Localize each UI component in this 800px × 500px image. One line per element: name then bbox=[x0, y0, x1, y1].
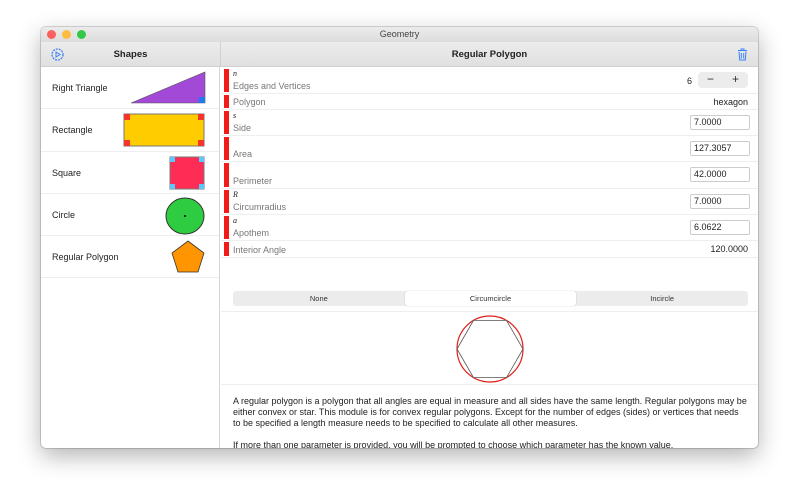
pentagon-icon bbox=[171, 240, 205, 273]
drawing-area bbox=[221, 311, 758, 385]
zoom-button[interactable] bbox=[77, 30, 86, 39]
sidebar-item-regular-polygon[interactable]: Regular Polygon bbox=[41, 236, 219, 279]
label: Interior Angle bbox=[233, 245, 287, 255]
symbol: R bbox=[233, 190, 238, 199]
hexagon-drawing bbox=[456, 315, 524, 383]
apothem-input[interactable]: 6.0622 bbox=[690, 220, 750, 235]
circle-mode-control: None Circumcircle Incircle bbox=[233, 291, 748, 306]
row-edges: n Edges and Vertices 6 − + bbox=[221, 68, 758, 94]
required-marker bbox=[224, 163, 229, 187]
play-gear-icon[interactable] bbox=[51, 48, 64, 61]
required-marker bbox=[224, 111, 229, 134]
required-marker bbox=[224, 242, 229, 256]
window-title: Geometry bbox=[379, 29, 420, 39]
sidebar-header: Shapes bbox=[41, 42, 221, 67]
page-title: Regular Polygon bbox=[451, 49, 528, 60]
main-header: Regular Polygon bbox=[221, 42, 758, 67]
description: A regular polygon is a polygon that all … bbox=[233, 396, 748, 448]
label: Polygon bbox=[233, 97, 266, 107]
required-marker bbox=[224, 69, 229, 92]
required-marker bbox=[224, 137, 229, 160]
shape-list: Right Triangle Rectangle Square Circle R… bbox=[41, 67, 220, 448]
close-button[interactable] bbox=[47, 30, 56, 39]
row-polygon: Polygon hexagon bbox=[221, 94, 758, 110]
sidebar-title: Shapes bbox=[113, 49, 148, 60]
interior-angle-value: 120.0000 bbox=[710, 244, 748, 254]
area-input[interactable]: 127.3057 bbox=[690, 141, 750, 156]
row-apothem: a Apothem 6.0622 bbox=[221, 215, 758, 241]
square-icon bbox=[169, 156, 205, 190]
edges-stepper[interactable]: − + bbox=[698, 72, 748, 88]
rectangle-icon bbox=[123, 113, 205, 147]
label: Area bbox=[233, 149, 253, 159]
sidebar-item-square[interactable]: Square bbox=[41, 152, 219, 194]
row-interior-angle: Interior Angle 120.0000 bbox=[221, 241, 758, 258]
right-triangle-icon bbox=[130, 71, 206, 104]
title-bar: Geometry bbox=[41, 27, 758, 42]
row-perimeter: Perimeter 42.0000 bbox=[221, 162, 758, 189]
item-label: Square bbox=[52, 167, 82, 178]
label: Apothem bbox=[233, 228, 270, 238]
row-side: s Side 7.0000 bbox=[221, 110, 758, 136]
required-marker bbox=[224, 216, 229, 239]
item-label: Regular Polygon bbox=[52, 252, 119, 263]
app-window: Geometry Shapes Regular Polygon Right Tr… bbox=[41, 27, 758, 448]
side-input[interactable]: 7.0000 bbox=[690, 115, 750, 130]
sidebar-item-rectangle[interactable]: Rectangle bbox=[41, 109, 219, 152]
symbol: s bbox=[233, 111, 237, 120]
description-text: A regular polygon is a polygon that all … bbox=[233, 396, 747, 428]
label: Perimeter bbox=[233, 176, 273, 186]
item-label: Right Triangle bbox=[52, 83, 108, 93]
perimeter-input[interactable]: 42.0000 bbox=[690, 167, 750, 182]
decrement-button[interactable]: − bbox=[698, 72, 723, 88]
polygon-name: hexagon bbox=[713, 97, 748, 107]
item-label: Rectangle bbox=[52, 125, 93, 136]
segment-none[interactable]: None bbox=[233, 291, 405, 306]
detail-pane: n Edges and Vertices 6 − + Polygon hexagon … bbox=[221, 67, 758, 448]
label: Side bbox=[233, 123, 252, 133]
sidebar-item-right-triangle[interactable]: Right Triangle bbox=[41, 67, 219, 110]
symbol: n bbox=[233, 69, 237, 78]
row-area: Area 127.3057 bbox=[221, 136, 758, 162]
sidebar-item-circle[interactable]: Circle bbox=[41, 194, 219, 237]
item-label: Circle bbox=[52, 209, 76, 220]
required-marker bbox=[224, 190, 229, 213]
required-marker bbox=[224, 95, 229, 108]
description-note: If more than one parameter is provided, … bbox=[233, 440, 674, 448]
circumradius-input[interactable]: 7.0000 bbox=[690, 194, 750, 209]
trash-icon[interactable] bbox=[737, 48, 748, 61]
circle-icon bbox=[165, 197, 205, 235]
segment-circumcircle[interactable]: Circumcircle bbox=[404, 291, 577, 306]
segment-incircle[interactable]: Incircle bbox=[576, 291, 748, 306]
increment-button[interactable]: + bbox=[723, 72, 748, 88]
symbol: a bbox=[233, 216, 237, 225]
minimize-button[interactable] bbox=[62, 30, 71, 39]
label: Circumradius bbox=[233, 202, 287, 212]
edges-value: 6 bbox=[686, 76, 692, 86]
row-circumradius: R Circumradius 7.0000 bbox=[221, 189, 758, 215]
label: Edges and Vertices bbox=[233, 81, 311, 91]
